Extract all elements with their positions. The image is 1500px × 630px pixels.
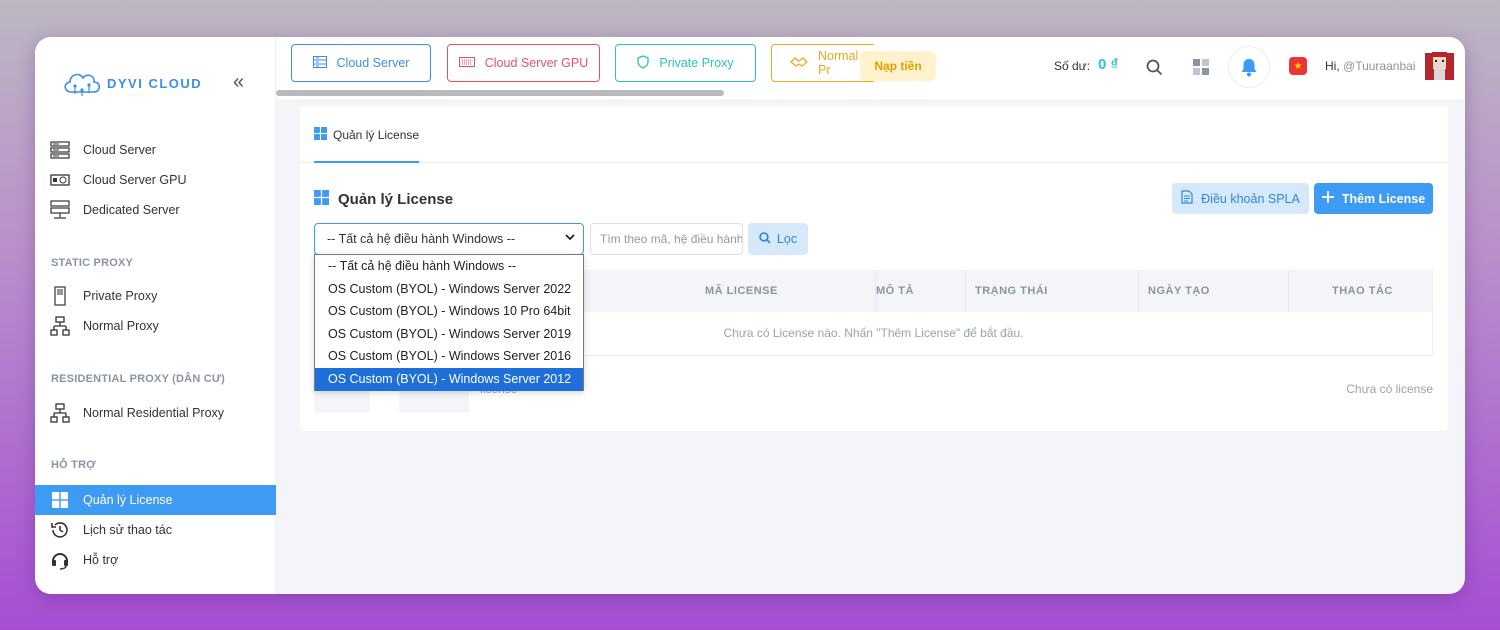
tower-icon xyxy=(50,286,70,306)
sidebar-item-label: Cloud Server GPU xyxy=(83,173,187,187)
sidebar-item-label: Dedicated Server xyxy=(83,203,180,217)
windows-icon xyxy=(314,127,327,143)
no-license-text: Chưa có license xyxy=(1346,382,1433,396)
sidebar-item-label: Normal Proxy xyxy=(83,319,159,333)
vietnam-flag-icon[interactable]: ★ xyxy=(1289,57,1307,75)
sidebar-item-label: Private Proxy xyxy=(83,289,158,303)
column-header[interactable]: MÃ LICENSE xyxy=(705,285,778,297)
dropdown-option[interactable]: OS Custom (BYOL) - Windows Server 2019 xyxy=(315,323,583,346)
topup-button[interactable]: Nạp tiền xyxy=(860,51,936,81)
top-bar: Cloud Server Cloud Server GPU Private Pr… xyxy=(276,37,1465,99)
divider xyxy=(300,162,1448,163)
cloud-logo-icon xyxy=(64,73,101,96)
handshake-icon xyxy=(790,56,808,71)
os-filter-dropdown: -- Tất cả hệ điều hành Windows -- OS Cus… xyxy=(314,254,584,391)
windows-icon xyxy=(314,190,329,209)
page-title: Quản lý License xyxy=(314,190,453,209)
gpu-card-icon xyxy=(50,170,70,190)
sidebar-item-normal-residential-proxy[interactable]: Normal Residential Proxy xyxy=(35,398,276,428)
filter-button[interactable]: Lọc xyxy=(748,223,808,255)
tab-normal-proxy[interactable]: Normal Pr xyxy=(771,44,874,82)
breadcrumb-label: Quản lý License xyxy=(333,128,420,142)
tab-private-proxy[interactable]: Private Proxy xyxy=(615,44,756,82)
active-tab-underline xyxy=(314,161,419,163)
dropdown-option[interactable]: OS Custom (BYOL) - Windows 10 Pro 64bit xyxy=(315,300,583,323)
search-input[interactable]: Tìm theo mã, hệ điều hành xyxy=(590,223,743,255)
section-residential-proxy: RESIDENTIAL PROXY (DÂN CƯ) xyxy=(51,373,226,385)
filter-button-label: Lọc xyxy=(776,232,798,246)
sidebar-item-label: Lịch sử thao tác xyxy=(83,523,172,537)
chevron-down-icon xyxy=(565,232,575,245)
search-icon[interactable] xyxy=(1144,57,1164,77)
os-filter-select[interactable]: -- Tất cả hệ điều hành Windows -- xyxy=(314,223,584,255)
document-icon xyxy=(1181,190,1193,207)
section-static-proxy: STATIC PROXY xyxy=(51,257,134,269)
sidebar-item-history[interactable]: Lịch sử thao tác xyxy=(35,515,276,545)
breadcrumb[interactable]: Quản lý License xyxy=(314,127,419,143)
page-title-text: Quản lý License xyxy=(338,191,454,208)
sidebar: DYVI CLOUD « Cloud Server Cloud Server G… xyxy=(35,37,276,594)
tab-cloud-server-gpu[interactable]: Cloud Server GPU xyxy=(447,44,600,82)
column-header[interactable]: MÔ TẢ xyxy=(876,285,914,297)
sidebar-item-label: Hỗ trợ xyxy=(83,553,119,567)
apps-grid-icon[interactable] xyxy=(1191,57,1211,77)
headset-icon xyxy=(50,550,70,570)
user-greeting: Hi, @Tuuraanbai xyxy=(1325,59,1416,73)
tab-label: Private Proxy xyxy=(659,56,734,70)
sidebar-item-license[interactable]: Quản lý License xyxy=(35,485,276,515)
app-window: DYVI CLOUD « Cloud Server Cloud Server G… xyxy=(35,37,1465,594)
shield-icon xyxy=(637,54,649,72)
spla-terms-button[interactable]: Điều khoản SPLA xyxy=(1172,183,1309,214)
tabs-scrollbar[interactable] xyxy=(276,90,724,96)
column-header[interactable]: THAO TÁC xyxy=(1332,285,1393,297)
column-header[interactable]: NGÀY TẠO xyxy=(1148,285,1210,297)
dropdown-option[interactable]: OS Custom (BYOL) - Windows Server 2016 xyxy=(315,345,583,368)
server-rack-icon xyxy=(50,140,70,160)
add-button-label: Thêm License xyxy=(1341,191,1426,206)
search-placeholder: Tìm theo mã, hệ điều hành xyxy=(600,232,743,246)
dropdown-option[interactable]: OS Custom (BYOL) - Windows Server 2022 xyxy=(315,278,583,301)
dropdown-option[interactable]: -- Tất cả hệ điều hành Windows -- xyxy=(315,255,583,278)
notification-bell-icon[interactable] xyxy=(1228,46,1270,88)
brand-name: DYVI CLOUD xyxy=(107,75,203,91)
avatar[interactable] xyxy=(1423,50,1456,83)
select-value: -- Tất cả hệ điều hành Windows -- xyxy=(327,232,516,246)
add-license-button[interactable]: Thêm License xyxy=(1314,183,1433,214)
sidebar-item-label: Quản lý License xyxy=(83,493,173,507)
windows-icon xyxy=(50,490,70,510)
brand-logo[interactable]: DYVI CLOUD xyxy=(61,65,202,101)
section-support: HỖ TRỢ xyxy=(51,459,96,471)
network-icon xyxy=(50,316,70,336)
sidebar-item-label: Cloud Server xyxy=(83,143,156,157)
dropdown-option-highlighted[interactable]: OS Custom (BYOL) - Windows Server 2012 xyxy=(315,367,583,391)
dedicated-server-icon xyxy=(50,200,70,220)
tab-cloud-server[interactable]: Cloud Server xyxy=(291,44,431,82)
balance-label: Số dư: xyxy=(1054,59,1091,73)
sidebar-item-cloud-server[interactable]: Cloud Server xyxy=(35,135,276,165)
sidebar-item-dedicated-server[interactable]: Dedicated Server xyxy=(35,195,276,225)
balance-value: 0 ₫ xyxy=(1098,56,1119,73)
tab-label: Cloud Server GPU xyxy=(484,56,589,70)
history-icon xyxy=(50,520,70,540)
sidebar-item-private-proxy[interactable]: Private Proxy xyxy=(35,281,276,311)
sidebar-item-normal-proxy[interactable]: Normal Proxy xyxy=(35,311,276,341)
plus-icon xyxy=(1321,191,1334,206)
sidebar-item-label: Normal Residential Proxy xyxy=(83,406,225,420)
server-icon xyxy=(312,55,327,71)
search-icon xyxy=(759,231,771,247)
username: @Tuuraanbai xyxy=(1343,59,1416,73)
spla-button-label: Điều khoản SPLA xyxy=(1201,191,1300,206)
sidebar-item-cloud-server-gpu[interactable]: Cloud Server GPU xyxy=(35,165,276,195)
sidebar-item-support[interactable]: Hỗ trợ xyxy=(35,545,276,575)
collapse-sidebar-icon[interactable]: « xyxy=(233,71,244,94)
gpu-icon xyxy=(458,56,475,71)
column-header[interactable]: TRẠNG THÁI xyxy=(975,285,1048,297)
tab-label: Cloud Server xyxy=(336,56,410,70)
network-icon xyxy=(50,403,70,423)
